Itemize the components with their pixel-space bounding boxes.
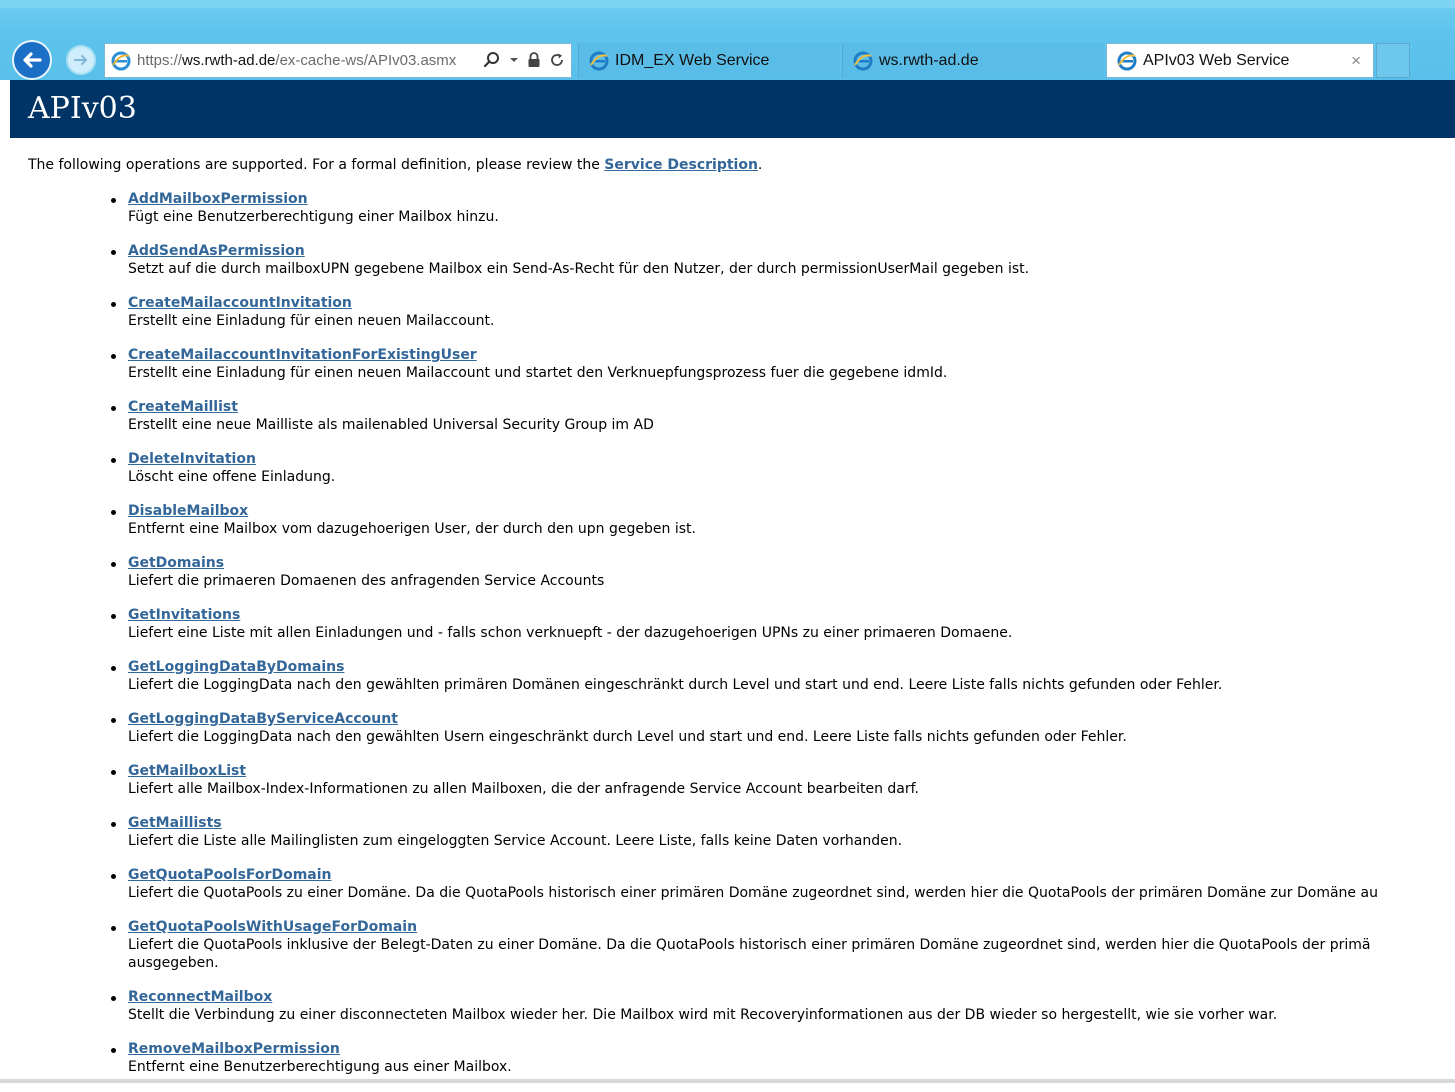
list-item: DisableMailbox Entfernt eine Mailbox vom … bbox=[0, 502, 1455, 538]
list-item: ReconnectMailbox Stellt die Verbindung zu… bbox=[0, 988, 1455, 1024]
operation-link[interactable]: CreateMailaccountInvitationForExistingUs… bbox=[128, 347, 477, 363]
list-item: DeleteInvitation Löscht eine offene Einla… bbox=[0, 450, 1455, 486]
tab-label: ws.rwth-ad.de bbox=[879, 51, 979, 69]
operation-link[interactable]: GetMaillists bbox=[128, 815, 222, 831]
title-bar bbox=[0, 0, 1455, 8]
address-url[interactable]: https://ws.rwth-ad.de/ex-cache-ws/APIv03… bbox=[137, 52, 456, 69]
list-item: GetInvitations Liefert eine Liste mit all… bbox=[0, 606, 1455, 642]
operation-description: Liefert alle Mailbox-Index-Informationen… bbox=[128, 781, 919, 797]
operation-link[interactable]: GetInvitations bbox=[128, 607, 240, 623]
operation-description: Liefert die LoggingData nach den gewählt… bbox=[128, 677, 1223, 693]
operation-description: Liefert die primaeren Domaenen des anfra… bbox=[128, 573, 605, 589]
operation-link[interactable]: DeleteInvitation bbox=[128, 451, 256, 467]
list-item: CreateMaillist Erstellt eine neue Maillis… bbox=[0, 398, 1455, 434]
operation-link[interactable]: AddSendAsPermission bbox=[128, 243, 305, 259]
intro-text: The following operations are supported. … bbox=[28, 157, 762, 173]
service-description-link[interactable]: Service Description bbox=[604, 157, 758, 173]
operation-link[interactable]: RemoveMailboxPermission bbox=[128, 1041, 340, 1057]
ie-tab-icon bbox=[853, 51, 873, 70]
operation-description: Liefert eine Liste mit allen Einladungen… bbox=[128, 625, 1013, 641]
horizontal-scrollbar[interactable] bbox=[0, 1079, 1455, 1083]
operation-description: Entfernt eine Mailbox vom dazugehoerigen… bbox=[128, 521, 696, 537]
address-controls bbox=[483, 51, 565, 69]
list-item: GetQuotaPoolsForDomain Liefert die QuotaP… bbox=[0, 866, 1455, 902]
operation-description: Erstellt eine Einladung für einen neuen … bbox=[128, 365, 948, 381]
ie-page-icon bbox=[111, 51, 131, 70]
page-title: APIv03 bbox=[28, 91, 137, 126]
back-button[interactable] bbox=[12, 40, 52, 80]
url-path: /ex-cache-ws/APIv03.asmx bbox=[275, 52, 457, 69]
intro-prefix: The following operations are supported. … bbox=[28, 157, 605, 173]
tab-idm-ex-web-service[interactable]: IDM_EX Web Service bbox=[578, 43, 840, 78]
new-tab-button[interactable] bbox=[1376, 43, 1410, 78]
lock-icon[interactable] bbox=[527, 52, 541, 68]
operation-description: Fügt eine Benutzerberechtigung einer Mai… bbox=[128, 209, 499, 225]
address-bar[interactable]: https://ws.rwth-ad.de/ex-cache-ws/APIv03… bbox=[104, 43, 572, 78]
list-item: GetMaillists Liefert die Liste alle Maili… bbox=[0, 814, 1455, 850]
list-item: AddMailboxPermission Fügt eine Benutzerbe… bbox=[0, 190, 1455, 226]
ie-tab-icon bbox=[589, 51, 609, 70]
operations-list: AddMailboxPermission Fügt eine Benutzerbe… bbox=[0, 190, 1455, 1092]
operation-link[interactable]: GetDomains bbox=[128, 555, 224, 571]
operation-description: Löscht eine offene Einladung. bbox=[128, 469, 336, 485]
operation-description: Liefert die Liste alle Mailinglisten zum… bbox=[128, 833, 903, 849]
operation-link[interactable]: DisableMailbox bbox=[128, 503, 248, 519]
operation-link[interactable]: GetMailboxList bbox=[128, 763, 246, 779]
forward-button[interactable] bbox=[66, 45, 96, 75]
operation-link[interactable]: ReconnectMailbox bbox=[128, 989, 272, 1005]
url-scheme: https:// bbox=[137, 52, 183, 69]
operation-link[interactable]: CreateMailaccountInvitation bbox=[128, 295, 352, 311]
operation-link[interactable]: GetQuotaPoolsWithUsageForDomain bbox=[128, 919, 417, 935]
tab-label: APIv03 Web Service bbox=[1143, 51, 1290, 69]
list-item: GetQuotaPoolsWithUsageForDomain Liefert d… bbox=[0, 918, 1455, 972]
tab-label: IDM_EX Web Service bbox=[615, 51, 770, 69]
refresh-icon[interactable] bbox=[549, 52, 565, 68]
list-item: AddSendAsPermission Setzt auf die durch m… bbox=[0, 242, 1455, 278]
tab-apiv03-web-service[interactable]: APIv03 Web Service × bbox=[1106, 43, 1374, 78]
list-item: CreateMailaccountInvitationForExistingUs… bbox=[0, 346, 1455, 382]
operation-description: Setzt auf die durch mailboxUPN gegebene … bbox=[128, 261, 1030, 277]
operation-description: Erstellt eine Einladung für einen neuen … bbox=[128, 313, 495, 329]
operation-description: Liefert die QuotaPools inklusive der Bel… bbox=[128, 937, 1371, 971]
dropdown-arrow-icon[interactable] bbox=[509, 55, 519, 65]
operation-description: Liefert die QuotaPools zu einer Domäne. … bbox=[128, 885, 1378, 901]
operation-description: Liefert die LoggingData nach den gewählt… bbox=[128, 729, 1127, 745]
operation-description: Erstellt eine neue Mailliste als mailena… bbox=[128, 417, 654, 433]
operation-description: Stellt die Verbindung zu einer disconnec… bbox=[128, 1007, 1278, 1023]
list-item: GetMailboxList Liefert alle Mailbox-Index… bbox=[0, 762, 1455, 798]
close-tab-icon[interactable]: × bbox=[1351, 51, 1361, 71]
list-item: GetLoggingDataByDomains Liefert die Loggi… bbox=[0, 658, 1455, 694]
url-host: ws.rwth-ad.de bbox=[182, 52, 276, 69]
operation-link[interactable]: CreateMaillist bbox=[128, 399, 238, 415]
operation-link[interactable]: GetLoggingDataByDomains bbox=[128, 659, 344, 675]
browser-chrome: https://ws.rwth-ad.de/ex-cache-ws/APIv03… bbox=[0, 0, 1455, 80]
operation-link[interactable]: GetLoggingDataByServiceAccount bbox=[128, 711, 398, 727]
ie-tab-icon bbox=[1117, 51, 1137, 70]
intro-suffix: . bbox=[757, 157, 763, 173]
tab-ws-rwth-ad[interactable]: ws.rwth-ad.de bbox=[842, 43, 1104, 78]
list-item: GetLoggingDataByServiceAccount Liefert di… bbox=[0, 710, 1455, 746]
page-header: APIv03 bbox=[10, 80, 1455, 138]
search-icon[interactable] bbox=[483, 51, 501, 69]
back-arrow-icon bbox=[23, 52, 42, 68]
list-item: GetDomains Liefert die primaeren Domaenen… bbox=[0, 554, 1455, 590]
operation-link[interactable]: AddMailboxPermission bbox=[128, 191, 308, 207]
operation-description: Entfernt eine Benutzerberechtigung aus e… bbox=[128, 1059, 512, 1075]
list-item: RemoveMailboxPermission Entfernt eine Ben… bbox=[0, 1040, 1455, 1076]
list-item: CreateMailaccountInvitation Erstellt eine… bbox=[0, 294, 1455, 330]
forward-arrow-icon bbox=[74, 55, 87, 65]
operation-link[interactable]: GetQuotaPoolsForDomain bbox=[128, 867, 332, 883]
